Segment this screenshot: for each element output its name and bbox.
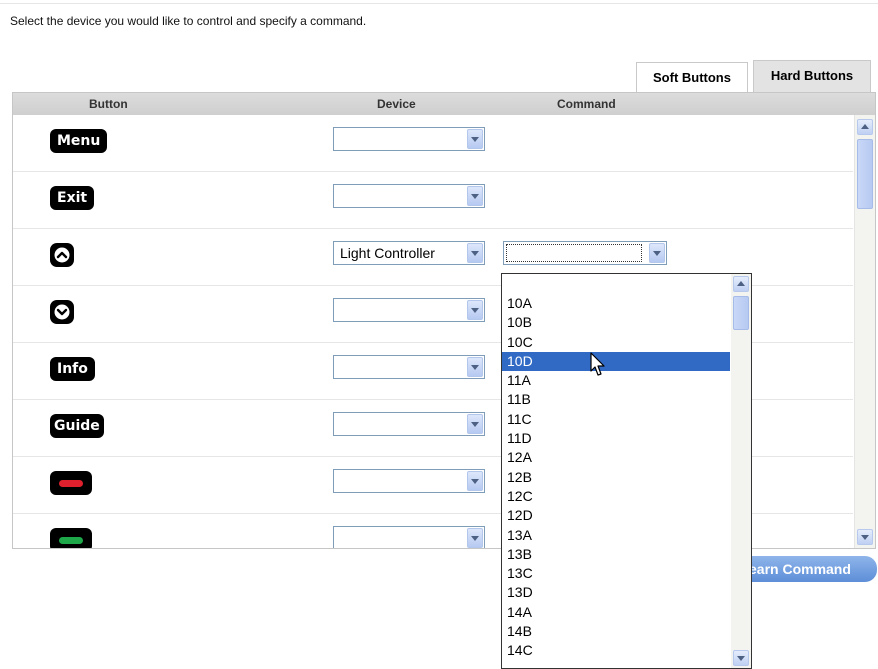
mouse-cursor-icon <box>590 352 605 376</box>
info-hard-button: Info <box>50 357 95 381</box>
command-option[interactable]: 12B <box>502 468 730 487</box>
device-select[interactable] <box>333 184 485 208</box>
chevron-down-icon[interactable] <box>467 243 483 263</box>
command-option[interactable]: 11D <box>502 429 730 448</box>
command-option[interactable]: 13B <box>502 545 730 564</box>
green-bar-icon <box>50 528 92 548</box>
scroll-down-icon[interactable] <box>733 650 749 666</box>
command-option-selected[interactable]: 10D <box>502 351 730 372</box>
red-bar-icon <box>50 471 92 495</box>
table-header: Button Device Command <box>13 93 875 115</box>
chevron-down-icon[interactable] <box>467 357 483 377</box>
table-scrollbar[interactable] <box>854 115 875 548</box>
menu-hard-button: Menu <box>50 129 108 153</box>
chevron-down-icon[interactable] <box>467 186 483 206</box>
top-border <box>0 0 878 4</box>
scroll-down-icon[interactable] <box>857 529 873 545</box>
command-option[interactable]: 13A <box>502 526 730 545</box>
chevron-down-icon[interactable] <box>649 243 665 263</box>
command-option[interactable]: 11A <box>502 371 730 390</box>
command-select[interactable] <box>503 241 667 265</box>
command-option[interactable]: 11B <box>502 390 730 409</box>
command-option[interactable]: 14B <box>502 622 730 641</box>
command-option[interactable]: 10C <box>502 333 730 352</box>
command-option[interactable]: 13D <box>502 583 730 602</box>
command-select-value <box>506 244 642 262</box>
exit-hard-button: Exit <box>50 186 95 210</box>
learn-command-button[interactable]: earn Command <box>735 556 877 582</box>
scroll-thumb[interactable] <box>733 296 749 330</box>
tab-hard-buttons[interactable]: Hard Buttons <box>753 60 871 92</box>
device-select[interactable] <box>333 469 485 493</box>
tab-soft-buttons[interactable]: Soft Buttons <box>636 62 748 92</box>
dropdown-scrollbar[interactable] <box>731 274 751 668</box>
chevron-down-icon[interactable] <box>467 300 483 320</box>
device-select[interactable] <box>333 298 485 322</box>
header-command: Command <box>557 97 616 111</box>
command-option[interactable]: 13C <box>502 564 730 583</box>
command-option[interactable]: 12A <box>502 448 730 467</box>
device-select[interactable]: Light Controller <box>333 241 485 265</box>
command-option[interactable]: 10B <box>502 313 730 332</box>
command-option[interactable]: 12D <box>502 506 730 525</box>
device-select[interactable] <box>333 355 485 379</box>
command-option[interactable]: 11C <box>502 410 730 429</box>
up-arrow-icon <box>50 243 74 267</box>
device-select[interactable] <box>333 127 485 151</box>
device-select[interactable] <box>333 412 485 436</box>
table-row: Menu <box>13 115 853 172</box>
header-device: Device <box>377 97 416 111</box>
header-button: Button <box>89 97 128 111</box>
scroll-up-icon[interactable] <box>857 119 873 135</box>
table-row: Exit <box>13 172 853 229</box>
device-select[interactable] <box>333 526 485 548</box>
down-arrow-icon <box>50 300 74 324</box>
command-option[interactable]: 14A <box>502 603 730 622</box>
instruction-text: Select the device you would like to cont… <box>10 14 367 28</box>
scroll-up-icon[interactable] <box>733 276 749 292</box>
chevron-down-icon[interactable] <box>467 471 483 491</box>
chevron-down-icon[interactable] <box>467 528 483 548</box>
command-dropdown-list[interactable]: 10A 10B 10C 10D 11A 11B 11C 11D 12A 12B … <box>501 273 752 669</box>
command-option[interactable]: 10A <box>502 294 730 313</box>
scroll-thumb[interactable] <box>857 139 873 209</box>
command-options: 10A 10B 10C 10D 11A 11B 11C 11D 12A 12B … <box>502 294 730 661</box>
chevron-down-icon[interactable] <box>467 129 483 149</box>
guide-hard-button: Guide <box>50 414 104 438</box>
device-select-value: Light Controller <box>340 245 435 261</box>
command-option[interactable]: 14C <box>502 641 730 660</box>
chevron-down-icon[interactable] <box>467 414 483 434</box>
command-option[interactable]: 12C <box>502 487 730 506</box>
